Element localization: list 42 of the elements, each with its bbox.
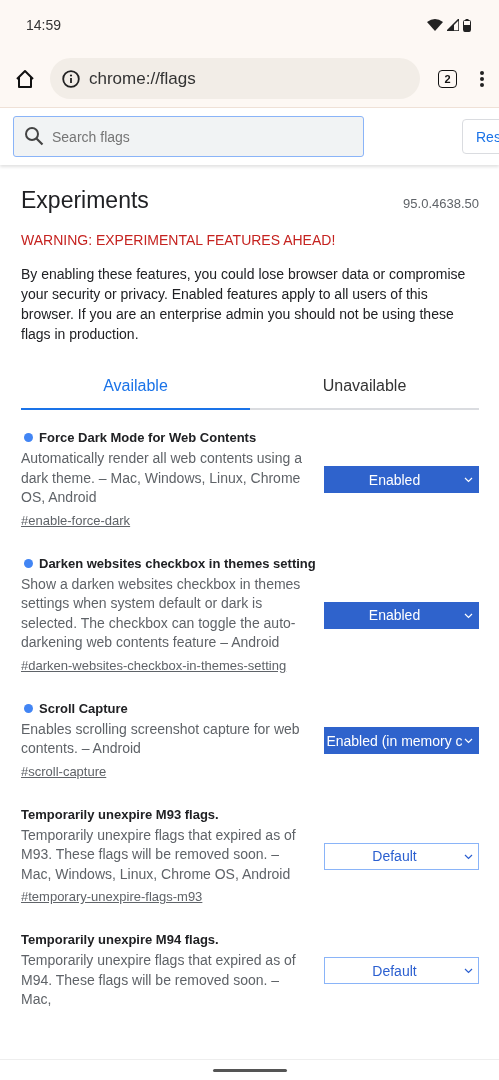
chevron-icon [464, 853, 473, 860]
flag-name: Temporarily unexpire M93 flags. [21, 806, 219, 822]
flag-description: Temporarily unexpire flags that expired as of M93. These flags will be removed soon. – Mac, Windows, Linux, Chrome OS, Android [21, 825, 297, 884]
address-bar[interactable]: chrome://flags [50, 58, 420, 99]
chevron-icon [464, 612, 473, 619]
flag-link[interactable]: #darken-websites-checkbox-in-themes-setting [21, 655, 287, 675]
chevron-icon [464, 477, 473, 484]
battery-icon [463, 18, 471, 32]
home-icon[interactable] [15, 68, 35, 89]
signal-icon [447, 19, 459, 31]
status-time: 14:59 [26, 17, 62, 33]
search-field[interactable]: Search flags [13, 116, 364, 157]
wifi-icon [427, 19, 443, 31]
flag-name: Force Dark Mode for Web Contents [39, 430, 257, 445]
flag-link[interactable]: #temporary-unexpire-flags-m93 [21, 887, 203, 906]
tab[interactable]: Unavailable [250, 364, 479, 410]
flag-description: Show a darken websites checkbox in themes settings when system default or dark is selected. The checkbox can toggle the auto-darkening web contents feature – Android [21, 574, 302, 652]
flag-description: Enables scrolling screenshot capture for web contents. – Android [21, 719, 301, 758]
page-title: Experiments [21, 187, 149, 214]
chevron-icon [464, 738, 473, 744]
flag-name: Scroll Capture [39, 700, 128, 716]
flag-link[interactable]: #scroll-capture [21, 761, 107, 781]
tab[interactable]: Available [21, 364, 250, 410]
flag-dropdown[interactable]: Enabled (in memory c [324, 727, 479, 754]
warning-text: WARNING: EXPERIMENTAL FEATURES AHEAD! [21, 232, 337, 248]
flag-link[interactable]: #enable-force-dark [21, 510, 131, 530]
flag-name: Darken websites checkbox in themes setting [39, 555, 316, 571]
tab-count-button[interactable]: 2 [438, 69, 457, 88]
flag-dropdown[interactable]: Enabled [324, 466, 479, 494]
menu-icon[interactable] [479, 69, 485, 88]
info-icon[interactable] [62, 69, 80, 88]
flag-dropdown[interactable]: Default [324, 957, 479, 985]
chevron-icon [464, 968, 473, 975]
flag-description: Temporarily unexpire flags that expired as of M94. These flags will be removed soon. – Mac, [21, 951, 297, 1009]
intro-text: By enabling these features, you could lose browser data or compromise your security or privacy. Enabled features apply to all users of this browser. If you are an enterprise admin you should not be using these flags in production. [21, 265, 467, 344]
flag-dropdown[interactable]: Enabled [324, 601, 479, 629]
search-icon [24, 126, 44, 146]
flag-dropdown[interactable]: Default [324, 842, 479, 870]
gesture-handle[interactable] [212, 1068, 287, 1072]
flag-name: Temporarily unexpire M94 flags. [21, 932, 219, 947]
flag-description: Automatically render all web contents using a dark theme. – Mac, Windows, Linux, Chrome OS, Android [21, 449, 303, 507]
version-number: 95.0.4638.50 [403, 196, 479, 211]
